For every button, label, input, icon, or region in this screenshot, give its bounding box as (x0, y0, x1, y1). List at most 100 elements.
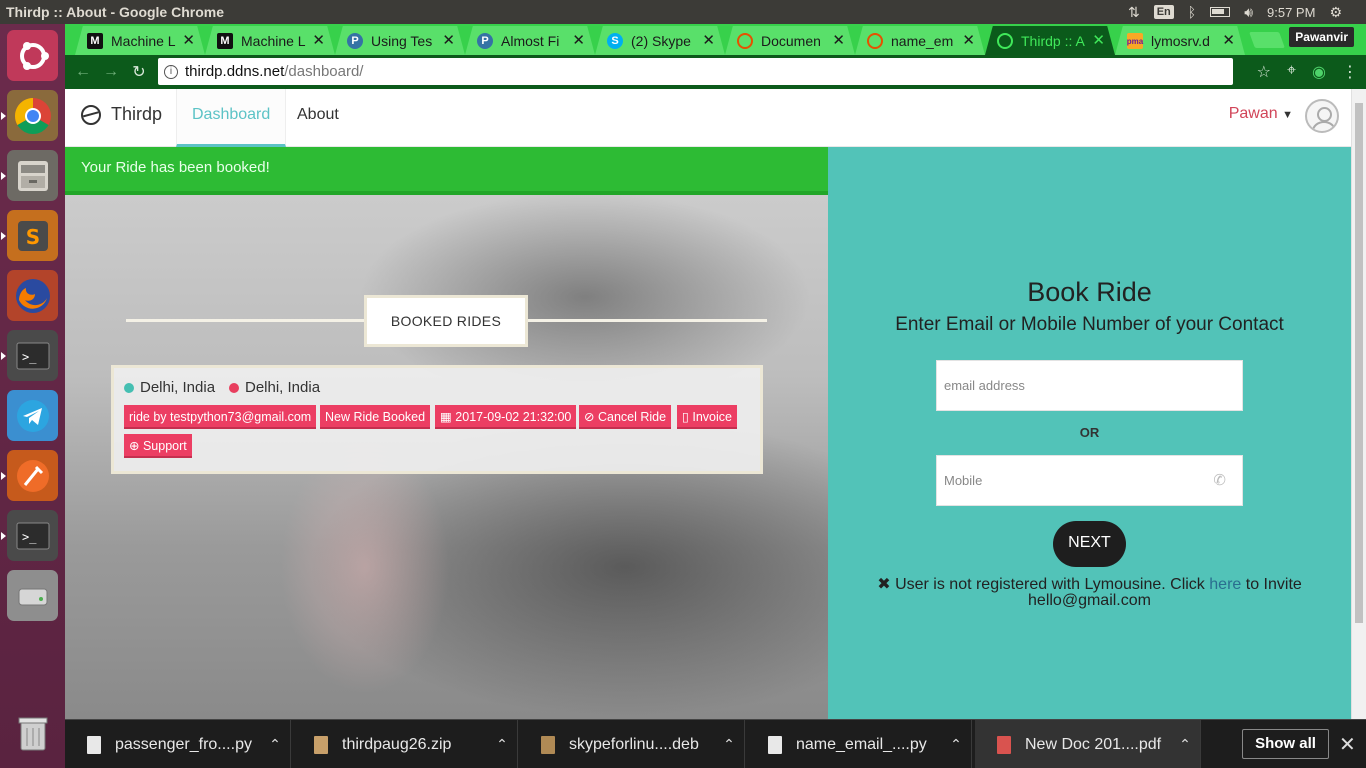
chrome-menu-icon[interactable]: ⋮ (1342, 62, 1358, 82)
browser-toolbar: ← → ↻ i thirdp.ddns.net/dashboard/ ☆ ⌖ ◉… (65, 55, 1366, 89)
download-item[interactable]: thirdpaug26.zip ⌃ (292, 720, 518, 768)
chevron-up-icon[interactable]: ⌃ (487, 736, 517, 753)
tab-close-icon[interactable]: ✕ (442, 31, 455, 49)
calendar-icon: ▦ (440, 410, 452, 424)
loading-icon (737, 33, 753, 49)
sublime-text-icon[interactable]: S (1, 210, 58, 261)
route-destination: Delhi, India (229, 379, 320, 396)
skype-icon: S (607, 33, 623, 49)
tab-skype[interactable]: S (2) Skype ✕ (595, 26, 725, 55)
download-item[interactable]: name_email_....py ⌃ (746, 720, 972, 768)
terminal-icon-2[interactable]: >_ (1, 510, 58, 561)
chrome-icon[interactable] (1, 90, 58, 141)
cancel-ride-button[interactable]: ⊘ Cancel Ride (579, 405, 672, 429)
back-arrow-icon[interactable]: ← (69, 63, 97, 81)
success-alert: Your Ride has been booked! (65, 147, 828, 195)
bluetooth-icon[interactable]: ᛒ (1188, 4, 1196, 20)
tab-close-icon[interactable]: ✕ (832, 31, 845, 49)
tab-close-icon[interactable]: ✕ (312, 31, 325, 49)
user-name: Pawan (1228, 105, 1278, 122)
battery-icon[interactable] (1210, 7, 1231, 17)
grammarly-icon[interactable]: ◉ (1312, 62, 1326, 82)
firefox-icon[interactable] (7, 270, 58, 321)
email-field[interactable]: email address (936, 360, 1243, 411)
tab-documentation[interactable]: Documen ✕ (725, 26, 855, 55)
download-item[interactable]: skypeforlinu....deb ⌃ (519, 720, 745, 768)
bookmark-star-icon[interactable]: ☆ (1257, 62, 1271, 82)
package-icon (541, 735, 555, 754)
chevron-up-icon[interactable]: ⌃ (260, 736, 290, 753)
network-transfer-icon[interactable]: ⇅ (1128, 4, 1140, 21)
window-title: Thirdp :: About - Google Chrome (6, 4, 225, 20)
address-bar[interactable]: i thirdp.ddns.net/dashboard/ (158, 58, 1233, 85)
download-item[interactable]: passenger_fro....py ⌃ (65, 720, 291, 768)
archive-icon (314, 735, 328, 754)
download-item[interactable]: New Doc 201....pdf ⌃ (975, 720, 1201, 768)
rider-tag: ride by testpython73@gmail.com (124, 405, 317, 429)
site-brand[interactable]: Thirdp (81, 104, 162, 125)
invoice-button[interactable]: ▯ Invoice (677, 405, 737, 429)
volume-icon[interactable]: 🔊︎ (1244, 4, 1253, 21)
invite-message: ✖ User is not registered with Lymousine.… (877, 576, 1302, 609)
chevron-up-icon[interactable]: ⌃ (714, 736, 744, 753)
medium-icon: M (217, 33, 233, 49)
user-menu[interactable]: Pawan ▼ (1229, 105, 1293, 123)
tab-name-email[interactable]: name_em ✕ (855, 26, 985, 55)
file-icon (87, 735, 101, 754)
system-indicators: ⇅ En ᛒ 🔊︎ 9:57 PM ⚙ (1128, 4, 1366, 21)
files-icon[interactable] (1, 150, 58, 201)
info-icon[interactable]: i (164, 64, 178, 79)
close-icon[interactable]: ✕ (1339, 732, 1356, 757)
tab-close-icon[interactable]: ✕ (1092, 31, 1105, 49)
telegram-icon[interactable] (7, 390, 58, 441)
pdf-file-icon: ▯ (682, 410, 689, 424)
avatar[interactable] (1305, 99, 1339, 133)
booked-rides-panel: Your Ride has been booked! BOOKED RIDES … (65, 147, 828, 719)
svg-text:>_: >_ (22, 350, 37, 364)
nav-about[interactable]: About (282, 89, 354, 147)
forward-arrow-icon[interactable]: → (97, 63, 125, 81)
invite-link[interactable]: here (1209, 576, 1241, 593)
python-icon: P (347, 33, 363, 49)
nav-dashboard[interactable]: Dashboard (176, 89, 287, 147)
clock[interactable]: 9:57 PM (1267, 5, 1315, 20)
pdf-icon (997, 735, 1011, 754)
location-pin-icon[interactable]: ⌖ (1287, 62, 1296, 82)
scrollbar-thumb[interactable] (1355, 103, 1363, 623)
terminal-icon[interactable]: >_ (1, 330, 58, 381)
show-all-button[interactable]: Show all (1242, 729, 1329, 759)
tab-thirdp-active[interactable]: Thirdp :: A ✕ (985, 26, 1115, 55)
destination-dot-icon (229, 382, 239, 393)
top-panel: Thirdp :: About - Google Chrome ⇅ En ᛒ 🔊… (0, 0, 1366, 24)
tab-close-icon[interactable]: ✕ (182, 31, 195, 49)
tab-close-icon[interactable]: ✕ (702, 31, 715, 49)
chevron-up-icon[interactable]: ⌃ (941, 736, 971, 753)
profile-chip[interactable]: Pawanvir (1289, 27, 1354, 47)
lifebuoy-icon: ⊕ (129, 439, 140, 453)
chevron-up-icon[interactable]: ⌃ (1170, 736, 1200, 753)
disk-drive-icon[interactable] (7, 570, 58, 621)
tab-close-icon[interactable]: ✕ (962, 31, 975, 49)
tab-close-icon[interactable]: ✕ (572, 31, 585, 49)
tab-using-test[interactable]: P Using Tes ✕ (335, 26, 465, 55)
reload-icon[interactable]: ↻ (125, 62, 153, 82)
postman-icon[interactable] (1, 450, 58, 501)
tab-almost-finished[interactable]: P Almost Fi ✕ (465, 26, 595, 55)
support-button[interactable]: ⊕ Support (124, 434, 192, 458)
trash-icon[interactable] (7, 708, 58, 759)
mobile-field[interactable]: Mobile ✆ (936, 455, 1243, 506)
page-scrollbar[interactable] (1351, 89, 1366, 719)
tab-machine-learning-2[interactable]: M Machine L ✕ (205, 26, 335, 55)
tab-lymosrv[interactable]: pma lymosrv.d ✕ (1115, 26, 1245, 55)
new-tab-button[interactable] (1249, 32, 1285, 48)
tab-machine-learning-1[interactable]: M Machine L ✕ (75, 26, 205, 55)
book-ride-title: Book Ride (1027, 277, 1152, 307)
loading-icon (867, 33, 883, 49)
settings-gear-icon[interactable]: ⚙ (1329, 4, 1342, 21)
web-page: Thirdp Dashboard About Pawan ▼ Your Ride… (65, 89, 1351, 719)
tab-close-icon[interactable]: ✕ (1222, 31, 1235, 49)
ubuntu-dash-icon[interactable] (7, 30, 58, 81)
extension-icons: ☆ ⌖ ◉ ⋮ (1257, 62, 1358, 82)
next-button[interactable]: NEXT (1053, 521, 1126, 567)
keyboard-language-indicator[interactable]: En (1153, 5, 1174, 19)
